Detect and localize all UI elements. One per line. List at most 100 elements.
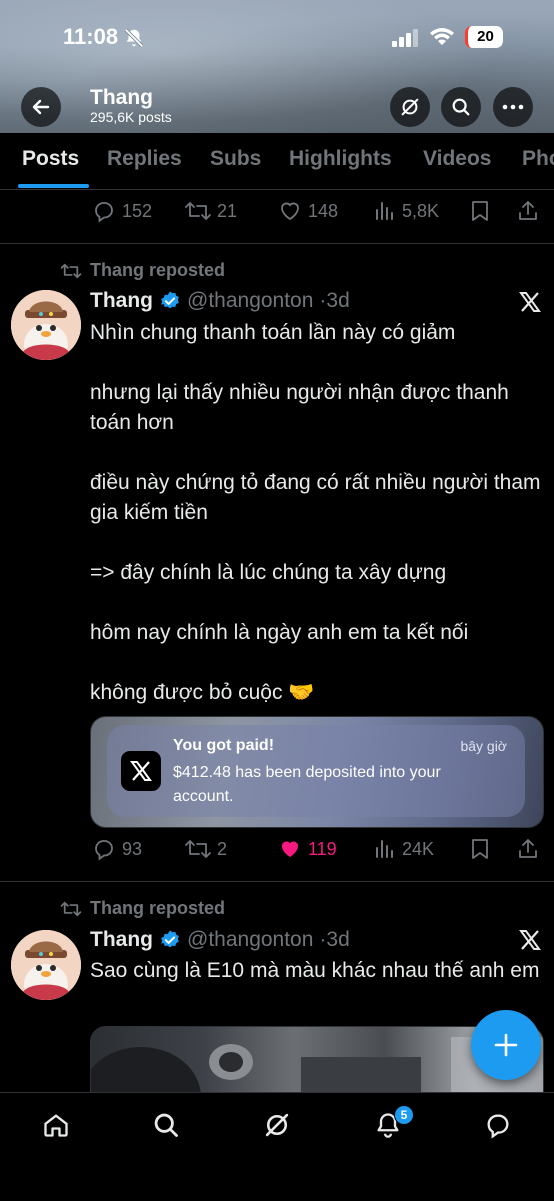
tweet-paragraph: hôm nay chính là ngày anh em ta kết nối — [90, 621, 469, 644]
repost-count: 21 — [217, 200, 238, 221]
home-button[interactable] — [42, 1111, 70, 1139]
repost-label: Thang reposted — [90, 260, 226, 280]
more-button[interactable] — [493, 87, 533, 127]
tab-highlights[interactable]: Highlights — [289, 147, 392, 171]
grok-icon — [401, 98, 419, 116]
x-logo-icon — [518, 928, 542, 952]
tweet-paragraph: không được bỏ cuộc 🤝 — [90, 681, 315, 704]
reply-count: 152 — [122, 200, 153, 221]
tab-replies[interactable]: Replies — [107, 147, 182, 171]
tweet-paragraph: Sao cùng là E10 mà màu khác nhau thế anh… — [90, 959, 540, 982]
tweet-paragraph: nhưng lại thấy nhiều người nhận được tha… — [90, 381, 509, 434]
divider — [0, 243, 554, 244]
back-button[interactable] — [21, 87, 61, 127]
reply-button[interactable]: 93 — [91, 837, 142, 861]
tweet-time[interactable]: ·3d — [319, 289, 349, 313]
profile-tabs: Posts Replies Subs Highlights Videos Pho — [0, 133, 554, 190]
tweet-header: Thang @thangonton ·3d — [90, 289, 350, 313]
bookmark-icon — [472, 201, 488, 221]
payment-notification: You got paid! bây giờ $412.48 has been d… — [107, 725, 525, 817]
views-button[interactable]: 5,8K — [373, 199, 439, 223]
status-bar: 11:08 20 — [0, 0, 554, 74]
tweet-paragraph: => đây chính là lúc chúng ta xây dựng — [90, 561, 447, 584]
heart-filled-icon — [282, 841, 298, 857]
repost-icon — [60, 901, 82, 916]
views-button[interactable]: 24K — [373, 837, 434, 861]
more-dots-icon — [502, 104, 524, 110]
author-handle[interactable]: @thangonton — [187, 289, 313, 313]
status-time: 11:08 — [63, 24, 119, 49]
explore-button[interactable] — [152, 1111, 180, 1139]
views-chart-icon — [376, 840, 393, 858]
active-tab-indicator — [18, 184, 89, 188]
avatar[interactable] — [11, 930, 81, 1000]
reply-button[interactable]: 152 — [91, 199, 152, 223]
repost-indicator: Thang reposted — [60, 898, 225, 919]
author-handle[interactable]: @thangonton — [187, 928, 313, 952]
bookmark-button[interactable] — [469, 837, 491, 861]
repost-count: 2 — [217, 838, 228, 859]
repost-icon — [60, 263, 82, 278]
like-button[interactable]: 119 — [277, 837, 337, 861]
tab-photos[interactable]: Pho — [522, 147, 554, 171]
battery-indicator: 20 — [465, 26, 503, 48]
repost-button[interactable]: 2 — [184, 837, 227, 861]
search-button[interactable] — [441, 87, 481, 127]
share-button[interactable] — [516, 199, 540, 223]
share-icon — [519, 201, 537, 220]
grok-icon — [265, 1113, 289, 1137]
message-bubble-icon — [487, 1114, 509, 1139]
repost-label: Thang reposted — [90, 898, 226, 918]
author-name[interactable]: Thang — [90, 928, 153, 952]
wifi-icon — [429, 27, 455, 47]
views-count: 5,8K — [402, 200, 440, 221]
grok-nav-button[interactable] — [263, 1111, 291, 1139]
grok-button[interactable] — [390, 87, 430, 127]
x-app-icon — [121, 751, 161, 791]
repost-icon — [185, 840, 211, 858]
views-count: 24K — [402, 838, 435, 859]
tweet-text: Nhìn chung thanh toán lần này có giảm nh… — [90, 318, 545, 738]
tweet-image[interactable]: You got paid! bây giờ $412.48 has been d… — [90, 716, 544, 828]
notification-body: $412.48 has been deposited into your acc… — [173, 764, 441, 805]
cellular-signal-icon — [392, 29, 418, 47]
author-name[interactable]: Thang — [90, 289, 153, 313]
plus-icon — [494, 1033, 518, 1057]
compose-button[interactable] — [471, 1010, 541, 1080]
repost-button[interactable]: 21 — [184, 199, 237, 223]
bookmark-icon — [472, 839, 488, 859]
repost-indicator: Thang reposted — [60, 260, 225, 281]
tweet-time[interactable]: ·3d — [319, 928, 349, 952]
like-count: 148 — [308, 200, 339, 221]
arrow-left-icon — [32, 99, 50, 115]
penguin-avatar-icon — [11, 290, 81, 360]
profile-name: Thang — [90, 86, 153, 109]
bottom-navigation: 5 — [0, 1092, 554, 1201]
bookmark-button[interactable] — [469, 199, 491, 223]
views-chart-icon — [376, 202, 393, 220]
tweet-actions: 93 2 119 24K — [0, 837, 554, 867]
search-icon — [154, 1113, 178, 1137]
verified-badge-icon — [161, 291, 179, 309]
tweet-paragraph: Nhìn chung thanh toán lần này có giảm — [90, 321, 456, 344]
like-button[interactable]: 148 — [277, 199, 338, 223]
tab-subs[interactable]: Subs — [210, 147, 261, 171]
notifications-badge: 5 — [394, 1105, 414, 1125]
search-icon — [452, 98, 470, 116]
tweet-text: Sao cùng là E10 mà màu khác nhau thế anh… — [90, 956, 545, 986]
like-count: 119 — [308, 838, 337, 859]
x-logo-icon — [518, 290, 542, 314]
tab-posts[interactable]: Posts — [22, 147, 79, 171]
profile-post-count: 295,6K posts — [90, 109, 172, 125]
reply-count: 93 — [122, 838, 143, 859]
bell-slash-icon — [123, 27, 145, 49]
repost-icon — [185, 202, 211, 220]
tweet-actions: 152 21 148 5,8K — [0, 199, 554, 229]
tweet-header: Thang @thangonton ·3d — [90, 928, 350, 952]
reply-icon — [95, 840, 113, 861]
share-button[interactable] — [516, 837, 540, 861]
notification-title: You got paid! — [173, 737, 275, 754]
avatar[interactable] — [11, 290, 81, 360]
messages-button[interactable] — [484, 1111, 512, 1139]
tab-videos[interactable]: Videos — [423, 147, 491, 171]
